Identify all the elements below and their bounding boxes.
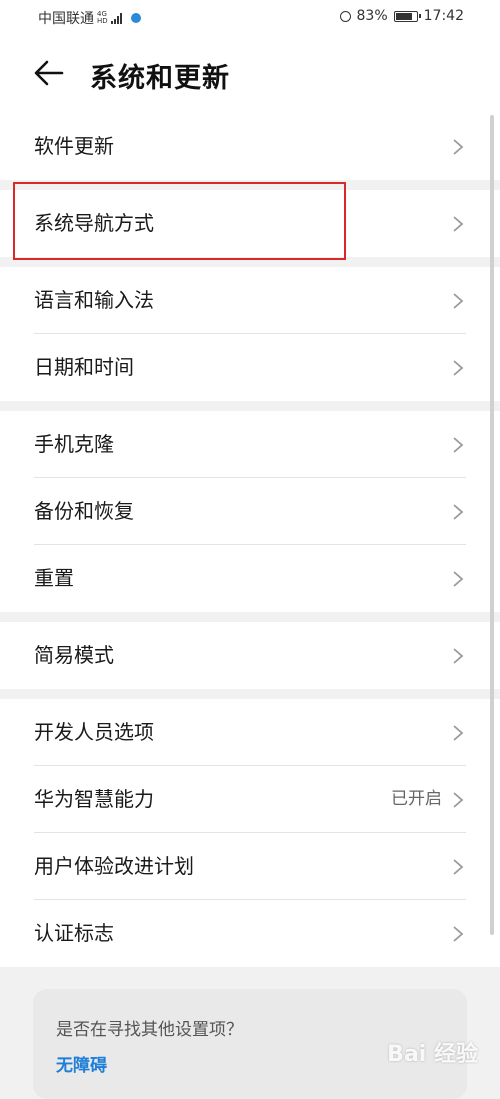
scrollbar[interactable] bbox=[490, 115, 494, 935]
settings-item-date-time[interactable]: 日期和时间 bbox=[0, 334, 500, 401]
chevron-right-icon bbox=[453, 504, 464, 520]
app-notification-icon bbox=[130, 13, 141, 23]
clock-time: 17:42 bbox=[423, 8, 464, 24]
settings-item-label: 手机克隆 bbox=[34, 432, 114, 456]
settings-group-6: 开发人员选项 华为智慧能力 已开启 用户体验改进计划 认证标志 bbox=[0, 699, 500, 967]
settings-item-language-input[interactable]: 语言和输入法 bbox=[0, 267, 500, 334]
settings-group-1: 软件更新 bbox=[0, 113, 500, 180]
page-header: 系统和更新 bbox=[0, 34, 500, 114]
settings-item-label: 语言和输入法 bbox=[34, 288, 154, 312]
chevron-right-icon bbox=[453, 139, 464, 155]
settings-item-label: 开发人员选项 bbox=[34, 720, 154, 744]
chevron-right-icon bbox=[453, 571, 464, 587]
settings-group-3: 语言和输入法 日期和时间 bbox=[0, 267, 500, 401]
settings-item-label: 用户体验改进计划 bbox=[34, 854, 194, 878]
carrier-name: 中国联通 bbox=[38, 11, 94, 27]
status-left: 中国联通 4G HD bbox=[38, 8, 141, 28]
settings-item-value: 已开启 bbox=[391, 789, 442, 809]
signal-icon bbox=[110, 12, 122, 24]
status-bar: 中国联通 4G HD 83% 17:42 bbox=[0, 0, 500, 34]
battery-percent: 83% bbox=[356, 8, 388, 24]
battery-icon bbox=[393, 10, 421, 22]
settings-item-label: 日期和时间 bbox=[34, 355, 134, 379]
watermark-logo: Bai 经验 bbox=[387, 1042, 478, 1067]
settings-item-phone-clone[interactable]: 手机克隆 bbox=[0, 411, 500, 478]
settings-group-5: 简易模式 bbox=[0, 622, 500, 689]
alarm-icon bbox=[339, 10, 351, 22]
suggestion-question: 是否在寻找其他设置项？ bbox=[56, 1020, 243, 1040]
settings-group-4: 手机克隆 备份和恢复 重置 bbox=[0, 411, 500, 612]
settings-item-user-experience[interactable]: 用户体验改进计划 bbox=[0, 833, 500, 900]
network-type: 4G HD bbox=[97, 11, 108, 25]
chevron-right-icon bbox=[453, 648, 464, 664]
settings-item-simple-mode[interactable]: 简易模式 bbox=[0, 622, 500, 689]
accessibility-link[interactable]: 无障碍 bbox=[56, 1051, 107, 1076]
network-hd: HD bbox=[97, 17, 108, 25]
settings-item-label: 简易模式 bbox=[34, 643, 114, 667]
chevron-right-icon bbox=[453, 216, 464, 232]
page-title: 系统和更新 bbox=[90, 63, 230, 94]
chevron-right-icon bbox=[453, 859, 464, 875]
settings-item-label: 认证标志 bbox=[34, 921, 114, 945]
settings-item-backup-restore[interactable]: 备份和恢复 bbox=[0, 478, 500, 545]
settings-item-reset[interactable]: 重置 bbox=[0, 545, 500, 612]
settings-item-huawei-smart[interactable]: 华为智慧能力 已开启 bbox=[0, 766, 500, 833]
settings-item-label: 华为智慧能力 bbox=[34, 787, 154, 811]
settings-item-label: 备份和恢复 bbox=[34, 499, 134, 523]
arrow-left-icon[interactable] bbox=[34, 60, 64, 86]
settings-item-developer-options[interactable]: 开发人员选项 bbox=[0, 699, 500, 766]
settings-item-certification[interactable]: 认证标志 bbox=[0, 900, 500, 967]
chevron-right-icon bbox=[453, 293, 464, 309]
highlight-annotation-box bbox=[13, 182, 346, 260]
settings-item-label: 软件更新 bbox=[34, 134, 114, 158]
settings-item-software-update[interactable]: 软件更新 bbox=[0, 113, 500, 180]
chevron-right-icon bbox=[453, 926, 464, 942]
status-right: 83% 17:42 bbox=[339, 8, 464, 24]
chevron-right-icon bbox=[453, 360, 464, 376]
settings-item-label: 重置 bbox=[34, 566, 74, 590]
chevron-right-icon bbox=[453, 725, 464, 741]
chevron-right-icon bbox=[453, 792, 464, 808]
chevron-right-icon bbox=[453, 437, 464, 453]
